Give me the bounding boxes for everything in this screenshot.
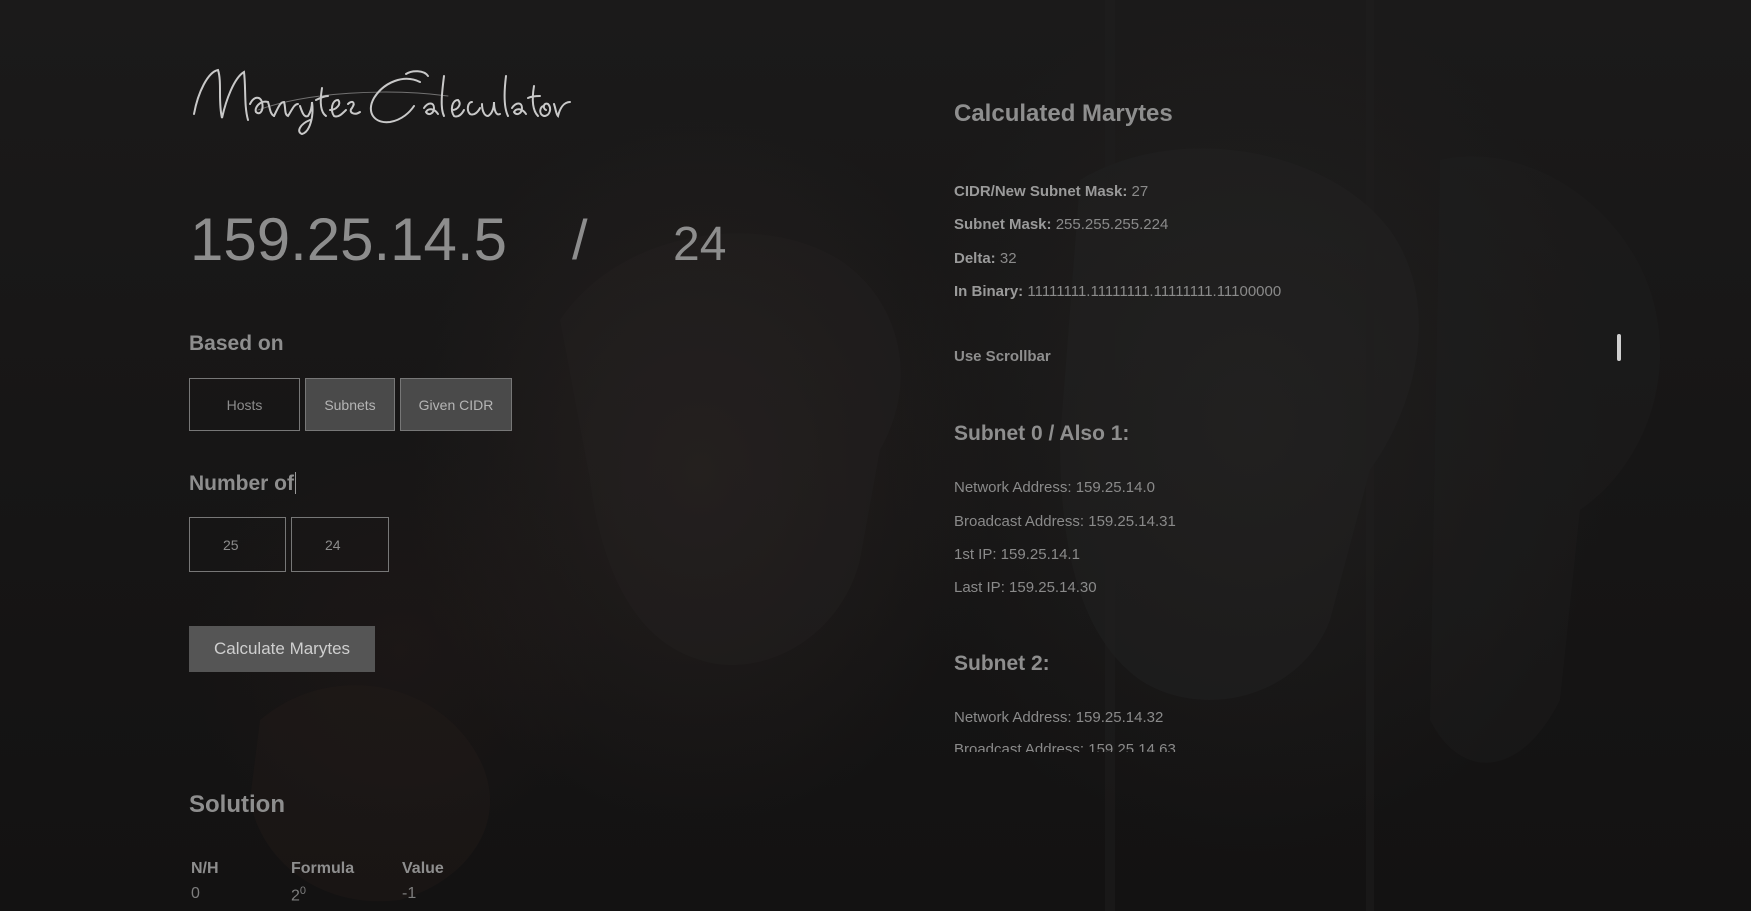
binary-label: In Binary: <box>954 283 1024 300</box>
delta-value: 32 <box>999 250 1017 267</box>
subnet-mask-label: Subnet Mask: <box>954 216 1052 233</box>
results-panel[interactable]: Calculated Marytes CIDR/New Subnet Mask:… <box>954 95 1634 752</box>
logo-script <box>193 68 571 136</box>
results-title: Calculated Marytes <box>954 100 1173 127</box>
solution-cell-formula: 20 <box>291 885 306 905</box>
subnet-0-last-ip: Last IP: 159.25.14.30 <box>954 579 1097 596</box>
solution-header-formula: Formula <box>291 860 355 877</box>
subnets-button-label: Subnets <box>324 396 376 413</box>
ip-address-input[interactable]: 159.25.14.5 <box>190 205 507 275</box>
hosts-button[interactable]: Hosts <box>189 378 300 431</box>
results-scrollbar-thumb[interactable] <box>1617 334 1621 361</box>
hosts-button-label: Hosts <box>226 396 263 413</box>
number-of-label: Number of <box>189 472 296 496</box>
subnet-mask-result: Subnet Mask: 255.255.255.224 <box>954 216 1168 233</box>
cidr-separator: / <box>572 208 588 271</box>
given-cidr-button-label: Given CIDR <box>418 396 494 413</box>
app-logo <box>188 52 588 142</box>
formula-base: 2 <box>291 887 300 905</box>
cidr-result-label: CIDR/New Subnet Mask: <box>954 183 1128 200</box>
text-caret <box>295 472 296 494</box>
calculate-marytes-button[interactable]: Calculate Marytes <box>189 626 375 672</box>
calculate-marytes-button-label: Calculate Marytes <box>213 639 351 658</box>
based-on-label: Based on <box>189 332 284 355</box>
solution-header-value: Value <box>402 860 444 877</box>
subnet-0-network: Network Address: 159.25.14.0 <box>954 479 1155 496</box>
cidr-result-value: 27 <box>1131 183 1149 200</box>
binary-result: In Binary: 11111111.11111111.11111111.11… <box>954 283 1281 300</box>
cidr-input[interactable]: 24 <box>673 215 726 275</box>
subnet-mask-value: 255.255.255.224 <box>1055 216 1169 233</box>
solution-cell-value: -1 <box>402 885 417 902</box>
delta-result: Delta: 32 <box>954 250 1017 267</box>
cidr-result: CIDR/New Subnet Mask: 27 <box>954 183 1148 200</box>
ip-input-row: 159.25.14.5 / 24 <box>190 205 750 275</box>
number-of-input-2-value: 24 <box>325 536 341 553</box>
subnet-2-title: Subnet 2: <box>954 652 1050 675</box>
number-of-input-1[interactable]: 25 <box>189 517 286 572</box>
use-scrollbar-hint: Use Scrollbar <box>954 348 1051 365</box>
page: 159.25.14.5 / 24 Based on Hosts Subnets … <box>0 0 1751 911</box>
number-of-input-2[interactable]: 24 <box>291 517 389 572</box>
subnet-0-broadcast: Broadcast Address: 159.25.14.31 <box>954 513 1176 530</box>
number-of-input-1-value: 25 <box>223 536 239 553</box>
subnets-button[interactable]: Subnets <box>305 378 395 431</box>
subnet-2-broadcast: Broadcast Address: 159.25.14.63 <box>954 741 1176 752</box>
binary-value: 11111111.11111111.11111111.11100000 <box>1027 283 1282 300</box>
formula-exponent: 0 <box>299 885 307 897</box>
delta-label: Delta: <box>954 250 996 267</box>
solution-header-nh: N/H <box>191 860 219 877</box>
number-of-label-text: Number of <box>189 472 294 495</box>
given-cidr-button[interactable]: Given CIDR <box>400 378 512 431</box>
subnet-2-network: Network Address: 159.25.14.32 <box>954 709 1164 726</box>
subnet-0-first-ip: 1st IP: 159.25.14.1 <box>954 546 1080 563</box>
solution-cell-nh: 0 <box>191 885 200 902</box>
subnet-0-title: Subnet 0 / Also 1: <box>954 422 1130 445</box>
solution-title: Solution <box>189 791 285 818</box>
